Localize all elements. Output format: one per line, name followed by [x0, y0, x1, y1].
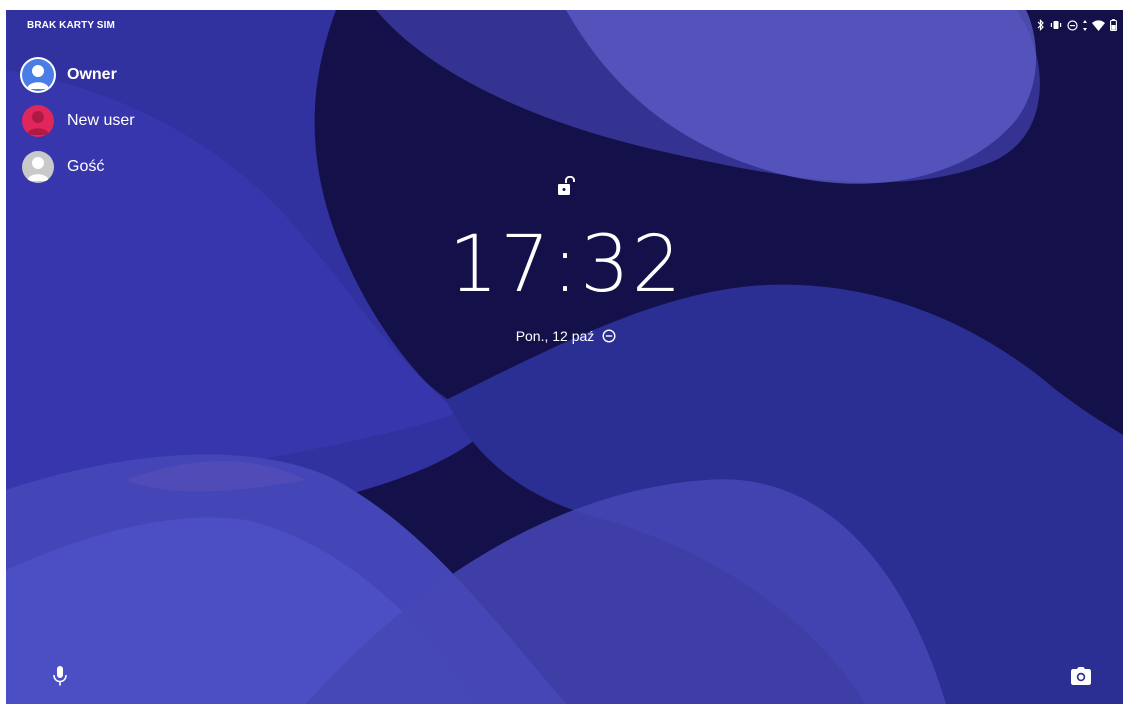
user-name: New user — [67, 112, 135, 129]
wallpaper — [6, 10, 1123, 704]
owner-avatar — [22, 59, 54, 91]
user-name: Gość — [67, 158, 105, 175]
do-not-disturb-icon — [1067, 19, 1078, 31]
user-new-user[interactable]: New user — [22, 98, 135, 144]
user-owner[interactable]: Owner — [22, 52, 135, 98]
clock: 17:32 — [448, 220, 684, 310]
user-guest[interactable]: Gość — [22, 144, 135, 190]
user-switcher: Owner New user Gość — [22, 52, 135, 190]
status-bar: BRAK KARTY SIM — [6, 10, 1123, 34]
user-name: Owner — [67, 66, 117, 83]
lock-screen: BRAK KARTY SIM Owner New user Gość 17:32… — [6, 10, 1123, 704]
microphone-icon[interactable] — [50, 664, 70, 688]
camera-icon[interactable] — [1070, 666, 1092, 686]
wifi-icon — [1092, 19, 1105, 31]
data-activity-icon — [1083, 19, 1087, 31]
guest-avatar — [22, 151, 54, 183]
new-user-avatar — [22, 105, 54, 137]
date-row: Pon., 12 paź — [366, 328, 766, 344]
battery-icon — [1110, 19, 1117, 31]
date-text: Pon., 12 paź — [515, 328, 595, 344]
bluetooth-icon — [1037, 19, 1044, 31]
do-not-disturb-icon — [602, 329, 616, 343]
status-icons — [1037, 18, 1117, 32]
carrier-text: BRAK KARTY SIM — [27, 20, 115, 31]
vibrate-icon — [1050, 21, 1062, 29]
unlocked-padlock-icon[interactable] — [557, 176, 575, 196]
